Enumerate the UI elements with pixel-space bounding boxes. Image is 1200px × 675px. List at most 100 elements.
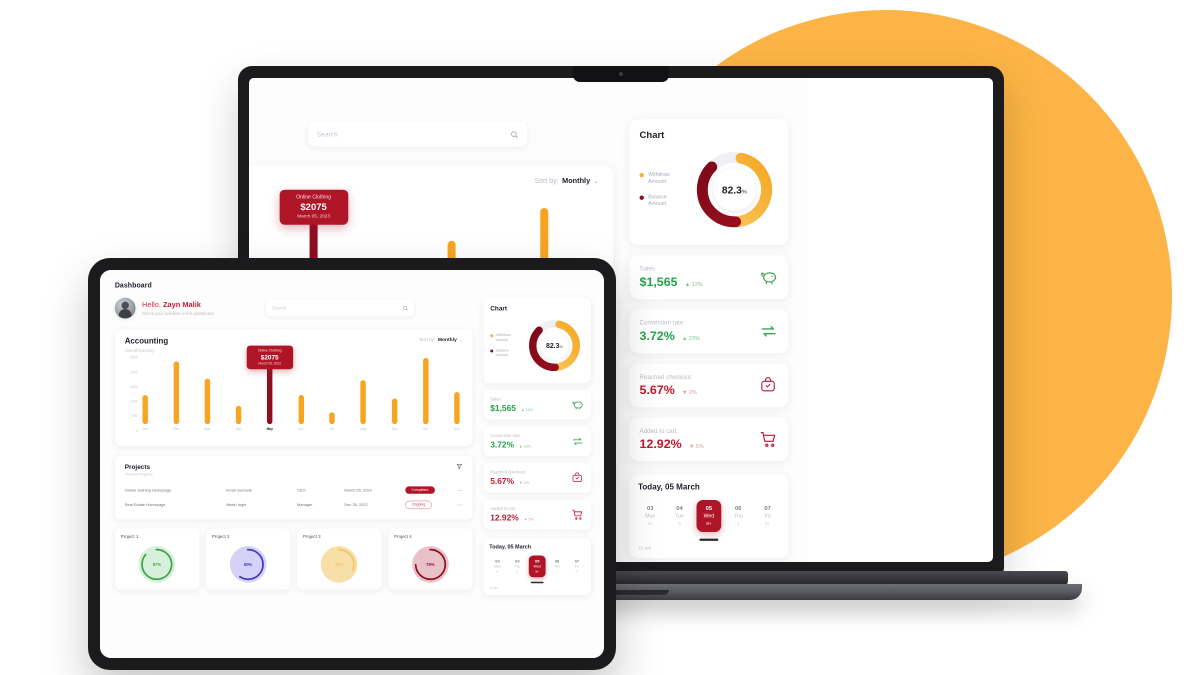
bar[interactable] (142, 394, 148, 425)
stat-card[interactable]: Conversion rate 3.72% ▲ 23% (629, 309, 789, 354)
stat-card[interactable]: Reached checkout 5.67% ▼ 2% (483, 463, 592, 493)
search-wrapper (227, 299, 472, 317)
bar-column[interactable]: Apr (235, 358, 242, 431)
bar-column[interactable]: Nov (454, 358, 460, 431)
calendar-day[interactable]: 06 Thu 1 (726, 500, 750, 532)
calendar-day[interactable]: 05 Wed 8+ (696, 499, 722, 533)
calendar-day-event: 4+ (765, 521, 771, 527)
calendar-day[interactable]: 07 Fri 4+ (755, 500, 779, 532)
project-progress-card[interactable]: Project 4 75% (388, 528, 473, 590)
bar[interactable] (204, 378, 211, 425)
chart-card: Chart Withdraw Amount Balance Amount 82.… (629, 118, 789, 246)
bar-column[interactable]: Mar (204, 358, 211, 431)
stat-row: 3.72% ▲ 23% (640, 329, 700, 344)
laptop-camera-icon (619, 72, 623, 76)
calendar-day[interactable]: 03 Mon 4+ (489, 556, 505, 578)
legend-dot (490, 349, 494, 353)
greeting-block: Hello, Zayn Malik Check your activities … (114, 297, 214, 319)
stat-delta-value: 23% (523, 443, 532, 449)
stat-row: 12.92% ▼ 5% (640, 437, 704, 452)
bar[interactable] (391, 398, 398, 425)
calendar-day-event: 8+ (535, 570, 539, 574)
calendar-day-weekday: Thu (554, 564, 561, 569)
stat-card[interactable]: Reached checkout 5.67% ▼ 2% (629, 363, 789, 408)
arrow-up-icon: ▲ (682, 334, 688, 342)
bar-column[interactable]: Feb (173, 358, 179, 431)
calendar-day-number: 03 (495, 558, 500, 564)
arrow-down-icon: ▼ (519, 480, 523, 485)
search-box[interactable] (266, 299, 415, 317)
chart-card-title: Chart (639, 129, 665, 141)
search-icon[interactable] (510, 130, 518, 138)
calendar-day[interactable]: 04 Tue 6 (667, 500, 691, 532)
bar[interactable] (267, 363, 273, 425)
bar-column[interactable]: Jan (142, 358, 148, 431)
status-badge[interactable]: Ongoing (405, 500, 433, 510)
bar-column[interactable]: Jun (298, 358, 304, 432)
search-input[interactable] (316, 130, 505, 138)
calendar-day[interactable]: 03 Mon 4+ (638, 500, 662, 532)
calendar-day[interactable]: 05 Wed 8+ (528, 555, 546, 578)
calendar-title: Today, 05 March (489, 544, 532, 551)
row-menu-icon[interactable]: ••• (449, 483, 463, 497)
bar[interactable] (329, 412, 335, 425)
calendar-days: 03 Mon 4+ 04 Tue 6 05 Wed 8+ 06 Thu 1 07 Fri 4+ (489, 555, 585, 578)
bar[interactable] (235, 405, 242, 425)
stat-delta: ▼ 5% (689, 443, 704, 450)
stat-card[interactable]: Added to cart 12.92% ▼ 5% (483, 499, 592, 530)
calendar-title: Today, 05 March (638, 483, 700, 492)
bar[interactable] (173, 361, 179, 425)
chart-card-title: Chart (490, 304, 508, 312)
bar-label: Jun (298, 427, 304, 432)
chart-card-body: Withdraw Amount Balance Amount 82.3% (490, 316, 584, 375)
table-row[interactable]: Online clothing Homepage Imran Survade CEO… (125, 483, 463, 497)
project-person: Neetu Ingle (226, 502, 247, 508)
checkout-bag-icon (571, 472, 584, 485)
stat-left: Added to cart 12.92% ▼ 5% (640, 427, 704, 452)
stat-value: 5.67% (490, 476, 515, 486)
calendar-day-event: 4+ (575, 570, 579, 574)
calendar-day-event: 8+ (706, 521, 712, 527)
calendar-day[interactable]: 07 Fri 4+ (569, 556, 585, 578)
bar-column[interactable]: Aug (360, 358, 366, 431)
bar[interactable] (298, 394, 304, 425)
stat-card[interactable]: Sales $1,565 ▲ 12% (629, 255, 789, 300)
search-box[interactable] (308, 121, 528, 147)
calendar-day-weekday: Tue (514, 564, 521, 569)
calendar-day[interactable]: 04 Tue 6 (509, 556, 525, 578)
table-row[interactable]: Real Estate Homepage Neetu Ingle Manager De… (125, 497, 463, 512)
stat-card[interactable]: Sales $1,565 ▲ 12% (483, 390, 592, 420)
sort-by-control[interactable]: Sort by: Monthly ⌄ (419, 337, 462, 342)
row-menu-icon[interactable]: ••• (449, 497, 463, 512)
filter-funnel-icon[interactable] (456, 463, 463, 470)
bar-column[interactable]: Jul (329, 358, 335, 431)
bar-column[interactable]: Sep (391, 358, 398, 432)
calendar-day[interactable]: 06 Thu 1 (549, 556, 565, 578)
stat-label: Sales (639, 264, 656, 273)
stat-delta: ▼ 2% (682, 389, 697, 396)
status-badge[interactable]: Completed (405, 486, 435, 494)
chevron-down-icon[interactable]: ⌄ (594, 178, 599, 185)
project-date: March 05, 2023 (344, 487, 372, 493)
stat-card[interactable]: Added to cart 12.92% ▼ 5% (629, 417, 789, 462)
stat-delta: ▼ 5% (524, 517, 534, 521)
chevron-down-icon[interactable]: ⌄ (459, 338, 462, 342)
projects-table: Online clothing Homepage Imran Survade CEO… (125, 483, 463, 513)
bar-column[interactable]: Oct (422, 357, 429, 431)
bar[interactable] (454, 391, 460, 425)
arrow-up-icon: ▲ (519, 443, 523, 449)
avatar[interactable] (114, 297, 136, 319)
stat-label: Sales (490, 396, 501, 402)
sort-by-control[interactable]: Sort by: Monthly ⌄ (535, 177, 599, 185)
projects-subtitle: Overall Projects (124, 472, 153, 477)
project-progress-card[interactable]: Project 2 60% (205, 528, 291, 590)
bar-label: Sep (391, 427, 398, 432)
project-progress-card[interactable]: Project 3 32% (297, 528, 382, 590)
exchange-arrows-icon (759, 322, 778, 341)
bar[interactable] (360, 380, 366, 425)
stat-card[interactable]: Conversion rate 3.72% ▲ 23% (483, 426, 592, 457)
bar[interactable] (422, 357, 429, 425)
search-input[interactable] (271, 305, 399, 311)
search-icon[interactable] (403, 305, 408, 311)
project-progress-card[interactable]: Project 1 87% (114, 528, 200, 590)
